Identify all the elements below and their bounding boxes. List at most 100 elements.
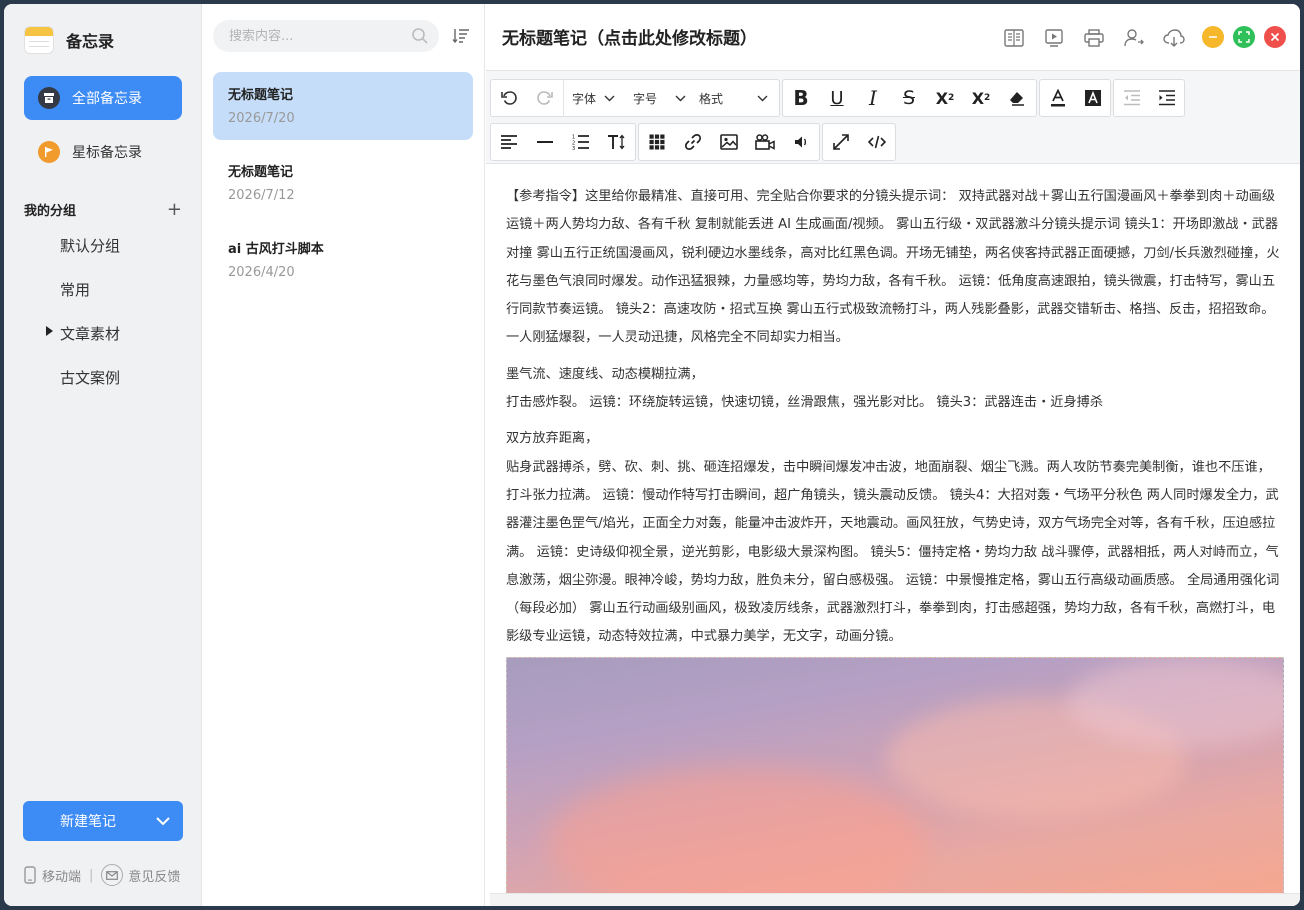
group-item-article-material[interactable]: 文章素材	[60, 323, 120, 344]
maximize-button[interactable]	[1233, 26, 1255, 48]
app-title: 备忘录	[66, 32, 115, 51]
print-icon[interactable]	[1074, 26, 1114, 50]
feedback-link[interactable]: 意见反馈	[101, 864, 180, 886]
mobile-link[interactable]: 移动端	[24, 866, 81, 885]
svg-text:3: 3	[572, 146, 575, 150]
format-label: 格式	[699, 91, 724, 106]
horizontal-rule-icon[interactable]	[527, 124, 563, 160]
note-date: 2026/7/20	[228, 111, 295, 126]
nav-all-notes[interactable]: 全部备忘录	[24, 76, 182, 120]
expand-triangle-icon[interactable]	[46, 326, 53, 336]
superscript-icon[interactable]: X2	[963, 80, 999, 116]
toolbar-group-text-style: B U I S X2 X2	[782, 79, 1037, 117]
audio-icon[interactable]	[783, 124, 819, 160]
background-color-icon[interactable]	[1075, 80, 1110, 116]
strikethrough-icon[interactable]: S	[891, 80, 927, 116]
toolbar-group-color	[1039, 79, 1111, 117]
share-user-icon[interactable]	[1114, 26, 1154, 50]
link-icon[interactable]	[675, 124, 711, 160]
note-title: ai 古风打斗脚本	[228, 242, 324, 257]
eraser-icon[interactable]	[999, 80, 1035, 116]
note-list-item[interactable]: 无标题笔记 2026/7/20	[213, 72, 473, 140]
format-dropdown[interactable]: 格式	[691, 80, 777, 116]
sidebar: 备忘录 全部备忘录 星标备忘录 我的分组 + 默认分组 常用 文章素材 古文案例…	[4, 4, 202, 906]
feedback-label: 意见反馈	[128, 869, 181, 885]
note-title: 无标题笔记	[228, 165, 294, 180]
cloud-shape	[547, 768, 927, 896]
note-list-item[interactable]: 无标题笔记 2026/7/12	[213, 149, 473, 217]
group-item-common[interactable]: 常用	[60, 279, 90, 300]
groups-header: 我的分组 +	[24, 200, 182, 219]
chevron-down-icon	[675, 95, 686, 101]
note-list-item[interactable]: ai 古风打斗脚本 2026/4/20	[213, 226, 473, 294]
font-size-label: 字号	[633, 91, 658, 106]
flag-icon	[38, 141, 60, 163]
bold-icon[interactable]: B	[783, 80, 819, 116]
content-paragraph: 双方放弃距离， 贴身武器搏杀，劈、砍、刺、挑、砸连招爆发，击中瞬间爆发冲击波，地…	[506, 431, 1280, 645]
embedded-sky-image[interactable]	[506, 657, 1284, 897]
font-family-label: 字体	[572, 91, 597, 106]
editor-toolbar: 字体 字号 格式 B U I S X2 X2 1 2 3	[486, 70, 1300, 164]
redo-icon[interactable]	[527, 80, 563, 116]
font-size-dropdown[interactable]: 字号	[625, 80, 691, 116]
font-family-dropdown[interactable]: 字体	[563, 80, 625, 116]
note-list-panel: 无标题笔记 2026/7/20 无标题笔记 2026/7/12 ai 古风打斗脚…	[203, 4, 485, 906]
search-icon[interactable]	[411, 27, 429, 45]
phone-icon	[24, 866, 36, 884]
archive-icon	[38, 87, 60, 109]
font-color-icon[interactable]	[1040, 80, 1075, 116]
reader-view-icon[interactable]	[994, 26, 1034, 50]
mobile-label: 移动端	[42, 869, 82, 885]
group-item-default[interactable]: 默认分组	[60, 235, 120, 256]
note-date: 2026/4/20	[228, 265, 295, 280]
note-title-editable[interactable]: 无标题笔记（点击此处修改标题）	[502, 24, 757, 49]
note-date: 2026/7/12	[228, 188, 295, 203]
outdent-icon[interactable]	[1114, 80, 1149, 116]
image-icon[interactable]	[711, 124, 747, 160]
underline-icon[interactable]: U	[819, 80, 855, 116]
close-button[interactable]	[1264, 26, 1286, 48]
subscript-icon[interactable]: X2	[927, 80, 963, 116]
header-actions	[994, 26, 1194, 50]
sort-icon[interactable]	[451, 26, 471, 46]
app-header: 备忘录	[24, 26, 114, 54]
window-controls	[1202, 26, 1295, 48]
chevron-down-icon	[757, 95, 768, 101]
toolbar-group-indent	[1113, 79, 1185, 117]
horizontal-scrollbar[interactable]	[490, 893, 1300, 906]
footer-separator: |	[89, 867, 94, 883]
toolbar-group-insert	[638, 123, 820, 161]
content-paragraph: 墨气流、速度线、动态模糊拉满， 打击感炸裂。 运镜：环绕旋转运镜，快速切镜，丝滑…	[506, 366, 1104, 411]
nav-starred-notes-label: 星标备忘录	[72, 145, 142, 161]
add-group-icon[interactable]: +	[167, 200, 182, 219]
editor-panel: 无标题笔记（点击此处修改标题） 字体 字号 格式 B U I S X 2 X 2…	[486, 4, 1300, 906]
table-icon[interactable]	[639, 124, 675, 160]
align-left-icon[interactable]	[491, 124, 527, 160]
undo-icon[interactable]	[491, 80, 527, 116]
ordered-list-icon[interactable]: 123	[563, 124, 599, 160]
new-note-dropdown-icon[interactable]	[143, 801, 183, 841]
mail-icon	[101, 864, 124, 886]
minimize-button[interactable]	[1202, 26, 1224, 48]
toolbar-group-paragraph: 123	[490, 123, 636, 161]
new-note-button[interactable]: 新建笔记	[23, 811, 143, 831]
toolbar-group-history-font: 字体 字号 格式	[490, 79, 780, 117]
notes-logo-icon	[24, 26, 54, 54]
content-paragraph: 【参考指令】这里给你最精准、直接可用、完全贴合你要求的分镜头提示词： 双持武器对…	[506, 189, 1280, 346]
italic-icon[interactable]: I	[855, 80, 891, 116]
code-view-icon[interactable]	[859, 124, 895, 160]
app-window: 备忘录 全部备忘录 星标备忘录 我的分组 + 默认分组 常用 文章素材 古文案例…	[4, 4, 1300, 906]
note-title: 无标题笔记	[228, 88, 294, 103]
nav-starred-notes[interactable]: 星标备忘录	[24, 130, 182, 174]
cloud-download-icon[interactable]	[1154, 26, 1194, 50]
video-icon[interactable]	[747, 124, 783, 160]
present-icon[interactable]	[1034, 26, 1074, 50]
fullscreen-icon[interactable]	[823, 124, 859, 160]
search-input[interactable]	[213, 20, 439, 52]
group-item-classical-cases[interactable]: 古文案例	[60, 367, 120, 388]
chevron-down-icon	[604, 95, 615, 101]
footer-links: 移动端 | 意见反馈	[24, 864, 180, 886]
indent-icon[interactable]	[1149, 80, 1184, 116]
text-height-icon[interactable]	[599, 124, 635, 160]
new-note-button-group: 新建笔记	[23, 801, 183, 841]
